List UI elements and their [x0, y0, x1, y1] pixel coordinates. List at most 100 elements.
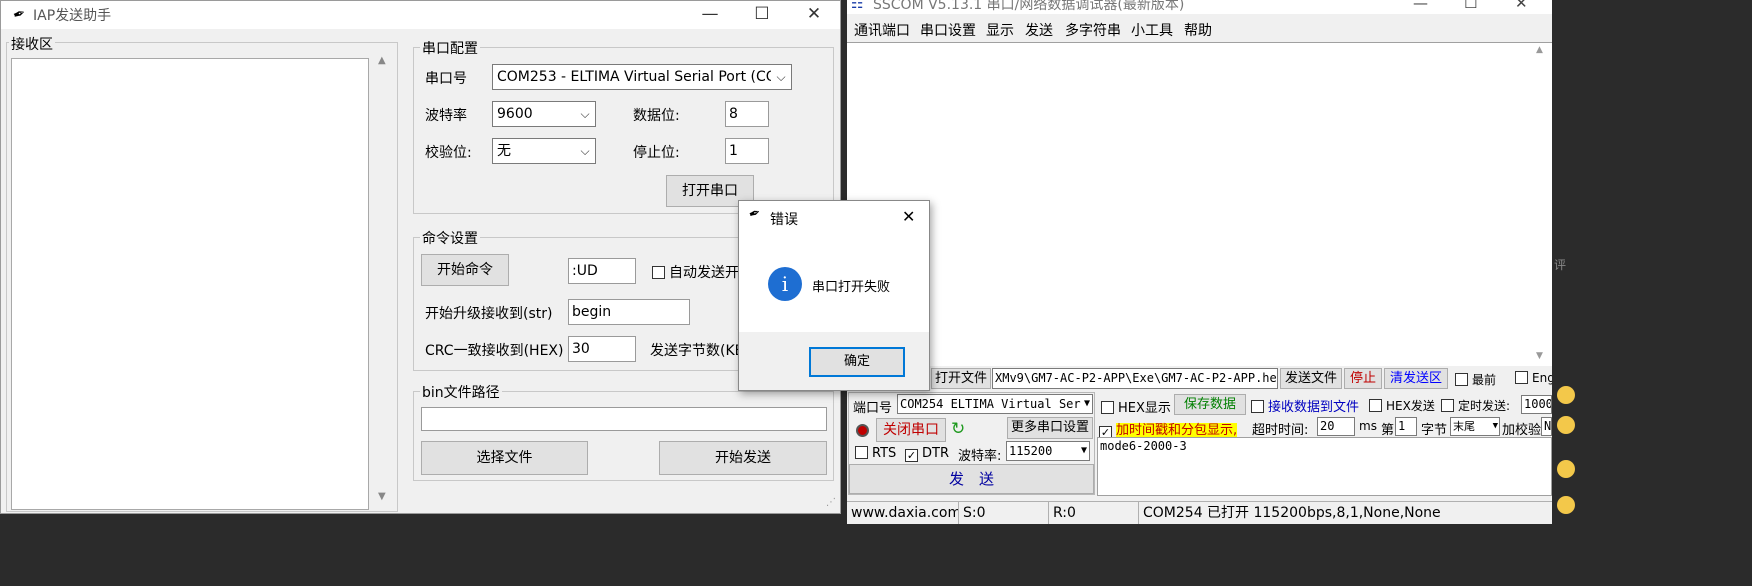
- resize-grip-icon[interactable]: ⋰: [826, 497, 836, 508]
- chevron-down-icon[interactable]: ⌵: [771, 65, 791, 89]
- error-dialog: ✒ 错误 ✕ i 串口打开失败 确定: [738, 200, 930, 391]
- sscom-maximize-icon[interactable]: ☐: [1464, 0, 1477, 12]
- status-url[interactable]: www.daxia.com: [847, 502, 959, 524]
- begin-input[interactable]: begin: [568, 299, 690, 325]
- receive-scrollbar[interactable]: ▲ ▼: [373, 51, 393, 510]
- hex-display-check[interactable]: [1101, 401, 1114, 414]
- close-port-button[interactable]: 关闭串口: [876, 418, 946, 442]
- start-cmd-button[interactable]: 开始命令: [421, 254, 509, 286]
- sscom-baud-value: 115200: [1009, 444, 1053, 458]
- more-settings-button[interactable]: 更多串口设置: [1007, 417, 1093, 439]
- rts-label: RTS: [872, 446, 897, 461]
- sscom-port-select[interactable]: COM254 ELTIMA Virtual Ser ▼: [897, 394, 1093, 414]
- databits-input[interactable]: 8: [725, 101, 769, 127]
- timeout-input[interactable]: 20: [1317, 417, 1355, 436]
- save-data-button[interactable]: 保存数据: [1174, 394, 1246, 415]
- nth-input[interactable]: 1: [1395, 417, 1417, 436]
- scroll-down-icon[interactable]: ▼: [1536, 351, 1543, 361]
- sscom-receive-area[interactable]: [847, 42, 1552, 366]
- scroll-down-icon[interactable]: ▼: [378, 491, 386, 502]
- chevron-down-icon[interactable]: ▼: [1081, 442, 1087, 460]
- maximize-icon[interactable]: ☐: [739, 1, 785, 29]
- sscom-minimize-icon[interactable]: —: [1413, 0, 1428, 12]
- timed-send-checkbox[interactable]: 定时发送:: [1441, 397, 1510, 414]
- menu-serial-settings[interactable]: 串口设置: [920, 20, 976, 40]
- timed-send-input[interactable]: 1000: [1521, 395, 1552, 414]
- menu-help[interactable]: 帮助: [1184, 20, 1212, 40]
- sscom-receive-scrollbar[interactable]: ▲ ▼: [1532, 43, 1550, 365]
- recv-to-file-label: 接收数据到文件: [1268, 400, 1360, 415]
- hex-send-check[interactable]: [1369, 399, 1382, 412]
- menu-multi-string[interactable]: 多字符串: [1065, 20, 1121, 40]
- feather-icon: ✒: [10, 3, 29, 25]
- sscom-close-icon[interactable]: ✕: [1515, 0, 1528, 12]
- english-check[interactable]: [1515, 371, 1528, 384]
- menu-comm-port[interactable]: 通讯端口: [854, 20, 910, 40]
- sscom-port-value: COM254 ELTIMA Virtual Ser: [900, 397, 1081, 411]
- dtr-check[interactable]: ✓: [905, 449, 918, 462]
- dtr-checkbox[interactable]: ✓ DTR: [905, 446, 949, 462]
- send-button[interactable]: 发 送: [849, 464, 1094, 494]
- parity-select[interactable]: 无 ⌵: [492, 138, 596, 164]
- start-send-button[interactable]: 开始发送: [659, 441, 827, 475]
- send-bytes-label: 发送字节数(KB: [650, 343, 745, 359]
- crc-input[interactable]: 30: [568, 336, 636, 362]
- menu-display[interactable]: 显示: [986, 20, 1014, 40]
- info-icon: i: [768, 267, 802, 301]
- topmost-checkbox[interactable]: 最前: [1455, 371, 1496, 388]
- rts-checkbox[interactable]: RTS: [855, 446, 896, 461]
- port-select[interactable]: COM253 - ELTIMA Virtual Serial Port (COM…: [492, 64, 792, 90]
- auto-send-check[interactable]: [652, 266, 665, 279]
- tail-select[interactable]: 末尾 ▼: [1450, 417, 1500, 436]
- chevron-down-icon[interactable]: ⌵: [575, 139, 595, 163]
- hex-send-checkbox[interactable]: HEX发送: [1369, 397, 1435, 414]
- clear-send-button[interactable]: 清发送区: [1384, 368, 1448, 389]
- sscom-baud-select[interactable]: 115200 ▼: [1006, 441, 1090, 461]
- menu-tools[interactable]: 小工具: [1131, 20, 1173, 40]
- chevron-down-icon[interactable]: ▼: [1493, 418, 1498, 435]
- timestamp-label: 加时间戳和分包显示,: [1116, 423, 1238, 438]
- english-checkbox[interactable]: Eng: [1515, 371, 1552, 385]
- stop-button[interactable]: 停止: [1344, 368, 1382, 389]
- send-textarea[interactable]: mode6-2000-3: [1097, 437, 1552, 496]
- hex-send-label: HEX发送: [1386, 399, 1435, 413]
- rts-check[interactable]: [855, 446, 868, 459]
- choose-file-button[interactable]: 选择文件: [421, 441, 588, 475]
- refresh-icon[interactable]: ↻: [951, 419, 965, 439]
- minimize-icon[interactable]: —: [687, 1, 733, 29]
- tail-value: 末尾: [1453, 420, 1475, 433]
- cmd-input[interactable]: :UD: [568, 258, 636, 284]
- send-file-button[interactable]: 发送文件: [1280, 368, 1342, 389]
- dialog-ok-button[interactable]: 确定: [809, 347, 905, 377]
- timed-send-label: 定时发送:: [1458, 399, 1511, 413]
- dialog-close-icon[interactable]: ✕: [902, 207, 915, 226]
- sscom-app-icon: ☷: [851, 0, 864, 12]
- topmost-check[interactable]: [1455, 373, 1468, 386]
- menu-send[interactable]: 发送: [1025, 20, 1053, 40]
- file-path-input[interactable]: XMv9\GM7-AC-P2-APP\Exe\GM7-AC-P2-APP.hex: [992, 368, 1278, 389]
- sscom-title-bar[interactable]: ☷ SSCOM V5.13.1 串口/网络数据调试器(最新版本) — ☐ ✕: [847, 0, 1552, 14]
- close-icon[interactable]: ✕: [791, 1, 837, 29]
- scroll-up-icon[interactable]: ▲: [1536, 45, 1543, 55]
- hex-display-checkbox[interactable]: HEX显示: [1101, 397, 1171, 416]
- timestamp-checkbox[interactable]: ✓ 加时间戳和分包显示,: [1099, 419, 1238, 439]
- bin-path-input[interactable]: [421, 407, 827, 431]
- chevron-down-icon[interactable]: ⌵: [575, 102, 595, 126]
- open-file-button[interactable]: 打开文件: [931, 368, 991, 389]
- scroll-up-icon[interactable]: ▲: [378, 55, 386, 66]
- recv-to-file-checkbox[interactable]: 接收数据到文件: [1251, 396, 1359, 415]
- baud-select[interactable]: 9600 ⌵: [492, 101, 596, 127]
- checksum-select[interactable]: N: [1541, 417, 1552, 436]
- recv-to-file-check[interactable]: [1251, 400, 1264, 413]
- chevron-down-icon[interactable]: ▼: [1084, 395, 1090, 413]
- sscom-window: ☷ SSCOM V5.13.1 串口/网络数据调试器(最新版本) — ☐ ✕ 通…: [847, 0, 1552, 524]
- parity-select-value: 无: [497, 143, 511, 159]
- info-icon-glyph: i: [781, 272, 789, 296]
- sscom-title: SSCOM V5.13.1 串口/网络数据调试器(最新版本): [873, 0, 1185, 13]
- auto-send-checkbox[interactable]: 自动发送开: [652, 262, 739, 282]
- iap-title-bar[interactable]: ✒ IAP发送助手 — ☐ ✕: [1, 1, 840, 29]
- stopbits-input[interactable]: 1: [725, 138, 769, 164]
- timed-send-check[interactable]: [1441, 399, 1454, 412]
- dialog-title: 错误: [770, 212, 798, 228]
- receive-textbox[interactable]: [11, 58, 369, 510]
